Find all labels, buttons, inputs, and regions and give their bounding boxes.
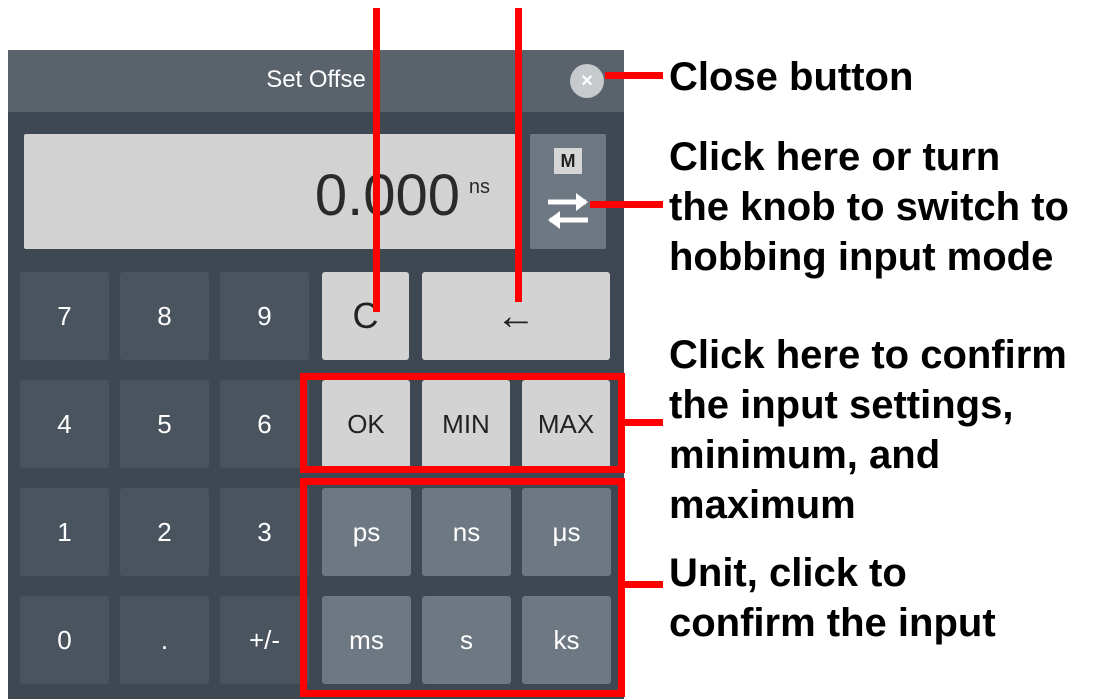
key-6[interactable]: 6 bbox=[220, 380, 309, 468]
key-2[interactable]: 2 bbox=[120, 488, 209, 576]
key-0[interactable]: 0 bbox=[20, 596, 109, 684]
key-7[interactable]: 7 bbox=[20, 272, 109, 360]
value-display: 0.000 ns bbox=[24, 134, 516, 249]
annotation-mode: Click here or turn the knob to switch to… bbox=[669, 135, 1069, 279]
clear-button[interactable]: C bbox=[322, 272, 409, 360]
dialog-title: Set Offse bbox=[266, 66, 366, 93]
display-value: 0.000 bbox=[314, 163, 460, 228]
annotation-line-mode bbox=[590, 201, 663, 208]
annotation-confirm: Click here to confirm the input settings… bbox=[669, 333, 1067, 527]
key-decimal[interactable]: . bbox=[120, 596, 209, 684]
key-9[interactable]: 9 bbox=[220, 272, 309, 360]
annotation-line-confirm bbox=[625, 419, 663, 426]
close-icon: × bbox=[581, 69, 593, 92]
display-unit: ns bbox=[468, 176, 490, 198]
key-3[interactable]: 3 bbox=[220, 488, 309, 576]
mode-label: M bbox=[554, 148, 582, 174]
key-5[interactable]: 5 bbox=[120, 380, 209, 468]
key-8[interactable]: 8 bbox=[120, 272, 209, 360]
close-button[interactable]: × bbox=[570, 64, 604, 98]
annotation-box-confirm bbox=[300, 373, 625, 473]
annotation-line-close bbox=[605, 72, 663, 79]
key-plus-minus[interactable]: +/- bbox=[220, 596, 309, 684]
input-mode-toggle-button[interactable]: M bbox=[530, 134, 606, 249]
key-1[interactable]: 1 bbox=[20, 488, 109, 576]
annotation-line-backspace bbox=[515, 8, 522, 302]
annotation-close: Close button bbox=[669, 55, 914, 99]
annotation-unit: Unit, click to confirm the input bbox=[669, 551, 996, 645]
annotation-line-clear bbox=[373, 8, 380, 312]
dialog-titlebar: Set Offse × bbox=[8, 50, 624, 112]
key-4[interactable]: 4 bbox=[20, 380, 109, 468]
annotation-box-units bbox=[300, 478, 625, 697]
annotation-line-units bbox=[625, 581, 663, 588]
swap-arrows-icon bbox=[548, 193, 588, 229]
